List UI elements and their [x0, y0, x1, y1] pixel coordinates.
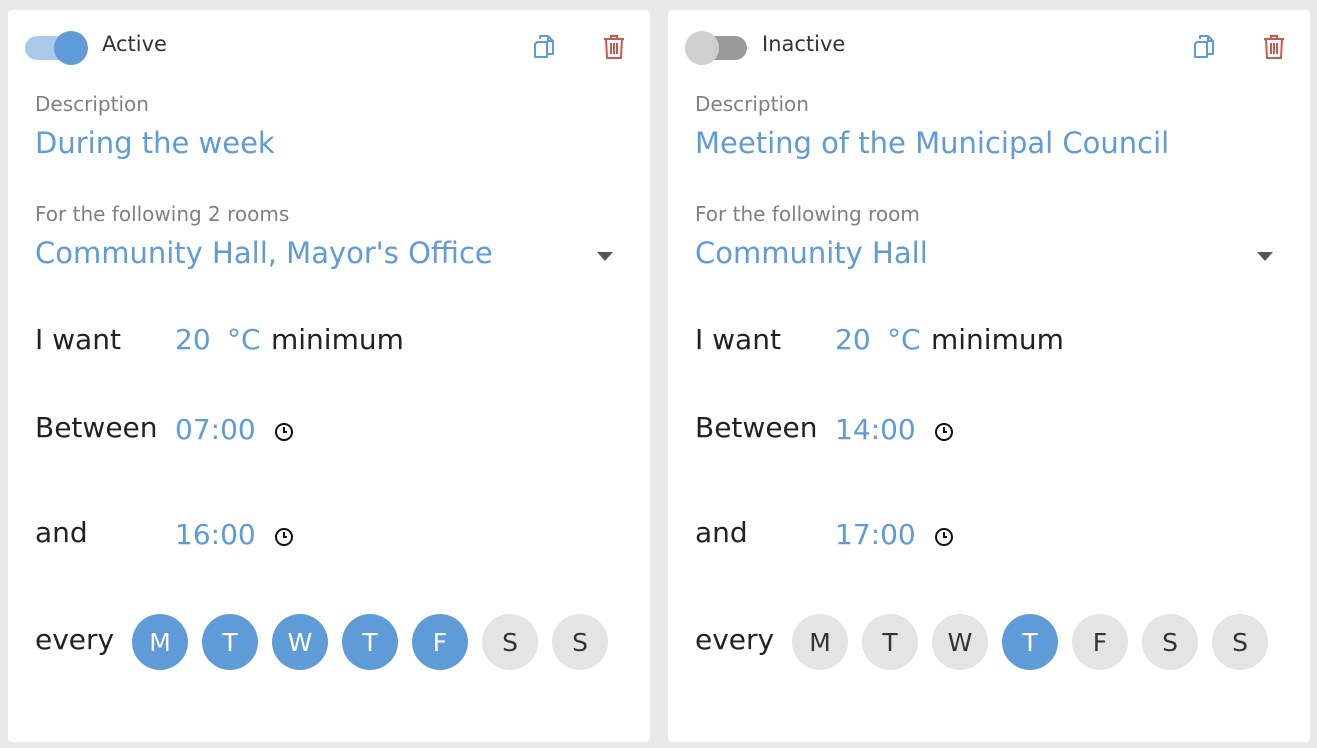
copy-button[interactable]	[529, 32, 559, 62]
minimum-label: minimum	[271, 323, 404, 356]
and-label: and	[695, 516, 748, 549]
want-label: I want	[695, 323, 781, 356]
toggle-knob	[54, 31, 88, 65]
caret-down-icon[interactable]	[1257, 252, 1273, 261]
between-label: Between	[35, 411, 158, 444]
day-toggle-friday[interactable]: F	[412, 614, 468, 670]
day-toggle-wednesday[interactable]: W	[272, 614, 328, 670]
every-label: every	[35, 623, 115, 656]
day-toggle-saturday[interactable]: S	[1142, 614, 1198, 670]
rooms-select[interactable]: Community Hall	[695, 236, 928, 270]
schedule-card: Inactive Description Meeting of the Muni…	[668, 10, 1310, 742]
temperature-unit: °C	[887, 323, 921, 356]
active-toggle[interactable]	[25, 30, 89, 65]
start-time-input[interactable]: 07:00	[175, 413, 256, 446]
clock-icon[interactable]	[933, 421, 955, 443]
delete-button[interactable]	[599, 32, 629, 62]
and-label: and	[35, 516, 88, 549]
rooms-select[interactable]: Community Hall, Mayor's Office	[35, 236, 493, 270]
status-label: Active	[102, 32, 167, 56]
status-label: Inactive	[762, 32, 846, 56]
day-toggle-sunday[interactable]: S	[1212, 614, 1268, 670]
day-toggle-saturday[interactable]: S	[482, 614, 538, 670]
toggle-knob	[685, 31, 719, 65]
day-toggle-monday[interactable]: M	[132, 614, 188, 670]
every-label: every	[695, 623, 775, 656]
day-toggle-monday[interactable]: M	[792, 614, 848, 670]
trash-icon	[604, 35, 624, 59]
temperature-unit: °C	[227, 323, 261, 356]
end-time-input[interactable]: 16:00	[175, 518, 256, 551]
day-toggle-tuesday[interactable]: T	[862, 614, 918, 670]
copy-button[interactable]	[1189, 32, 1219, 62]
day-toggle-sunday[interactable]: S	[552, 614, 608, 670]
between-label: Between	[695, 411, 818, 444]
day-toggle-thursday[interactable]: T	[1002, 614, 1058, 670]
active-toggle[interactable]	[685, 30, 749, 65]
description-label: Description	[35, 92, 149, 116]
day-toggle-tuesday[interactable]: T	[202, 614, 258, 670]
minimum-label: minimum	[931, 323, 1064, 356]
description-label: Description	[695, 92, 809, 116]
clock-icon[interactable]	[273, 526, 295, 548]
temperature-input[interactable]: 20	[835, 323, 879, 356]
description-value[interactable]: During the week	[35, 126, 275, 160]
temperature-input[interactable]: 20	[175, 323, 219, 356]
day-toggle-wednesday[interactable]: W	[932, 614, 988, 670]
caret-down-icon[interactable]	[597, 252, 613, 261]
clock-icon[interactable]	[933, 526, 955, 548]
day-toggle-friday[interactable]: F	[1072, 614, 1128, 670]
description-value[interactable]: Meeting of the Municipal Council	[695, 126, 1169, 160]
copy-icon	[1194, 35, 1214, 58]
day-toggle-thursday[interactable]: T	[342, 614, 398, 670]
clock-icon[interactable]	[273, 421, 295, 443]
schedule-list: Active Description During the week For t…	[0, 0, 1317, 748]
rooms-label: For the following room	[695, 202, 920, 226]
start-time-input[interactable]: 14:00	[835, 413, 916, 446]
delete-button[interactable]	[1259, 32, 1289, 62]
want-label: I want	[35, 323, 121, 356]
trash-icon	[1264, 35, 1284, 59]
end-time-input[interactable]: 17:00	[835, 518, 916, 551]
copy-icon	[534, 35, 554, 58]
rooms-label: For the following 2 rooms	[35, 202, 290, 226]
schedule-card: Active Description During the week For t…	[8, 10, 650, 742]
